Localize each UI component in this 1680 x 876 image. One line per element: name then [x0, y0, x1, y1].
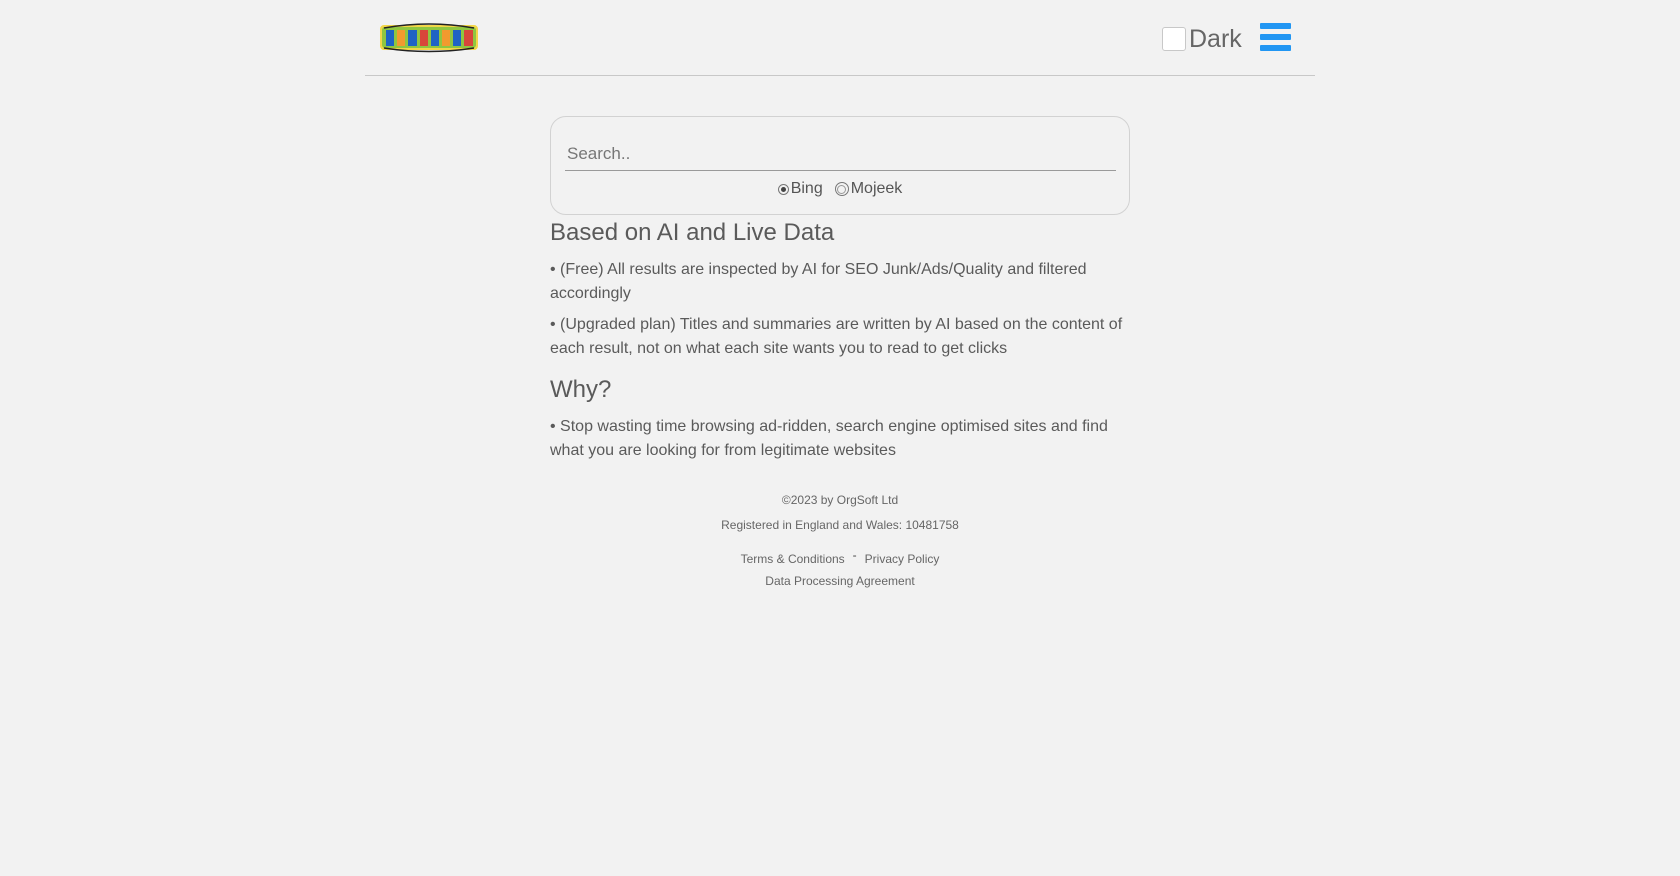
footer: ©2023 by OrgSoft Ltd Registered in Engla… [550, 490, 1130, 596]
dpa-line: Data Processing Agreement [550, 571, 1130, 596]
bullet-why: • Stop wasting time browsing ad-ridden, … [550, 418, 1108, 459]
privacy-link[interactable]: Privacy Policy [865, 549, 940, 569]
terms-link[interactable]: Terms & Conditions [741, 549, 845, 569]
menu-bar [1260, 34, 1291, 40]
radio-bing[interactable] [777, 183, 789, 195]
menu-bar [1260, 45, 1291, 51]
logo-graffiti-icon [380, 23, 478, 53]
registration: Registered in England and Wales: 1048175… [721, 518, 959, 532]
heading-ai: Based on AI and Live Data [550, 219, 835, 246]
menu-bar [1260, 23, 1291, 29]
link-separator: - [852, 547, 857, 562]
heading-why: Why? [550, 376, 612, 403]
search-card: Bing Mojeek [550, 116, 1130, 215]
page: Dark Bing Mojeek Based on AI and Live Da… [0, 0, 1680, 876]
dark-mode-checkbox[interactable] [1162, 27, 1186, 51]
radio-mojeek[interactable] [834, 182, 849, 196]
dark-mode-toggle[interactable]: Dark [1162, 22, 1242, 56]
dark-mode-label: Dark [1189, 24, 1242, 53]
footer-links: Terms & Conditions - Privacy Policy [550, 546, 1130, 571]
hamburger-menu-icon[interactable] [1260, 23, 1291, 51]
copyright: ©2023 by OrgSoft Ltd [781, 493, 899, 507]
dpa-link[interactable]: Data Processing Agreement [765, 574, 914, 588]
search-input[interactable] [565, 137, 1116, 171]
intro-content: Based on AI and Live Data • (Free) All r… [550, 216, 1130, 463]
top-header: Dark [365, 0, 1315, 76]
site-logo[interactable] [380, 22, 478, 53]
bullet-free: • (Free) All results are inspected by AI… [550, 261, 1087, 302]
engine-label-mojeek: Mojeek [850, 180, 903, 197]
engine-option-mojeek[interactable]: Mojeek [834, 180, 903, 198]
search-engine-options: Bing Mojeek [551, 178, 1129, 200]
bullet-upgraded: • (Upgraded plan) Titles and summaries a… [550, 316, 1123, 357]
engine-option-bing[interactable]: Bing [777, 180, 823, 198]
engine-label-bing: Bing [790, 180, 823, 197]
